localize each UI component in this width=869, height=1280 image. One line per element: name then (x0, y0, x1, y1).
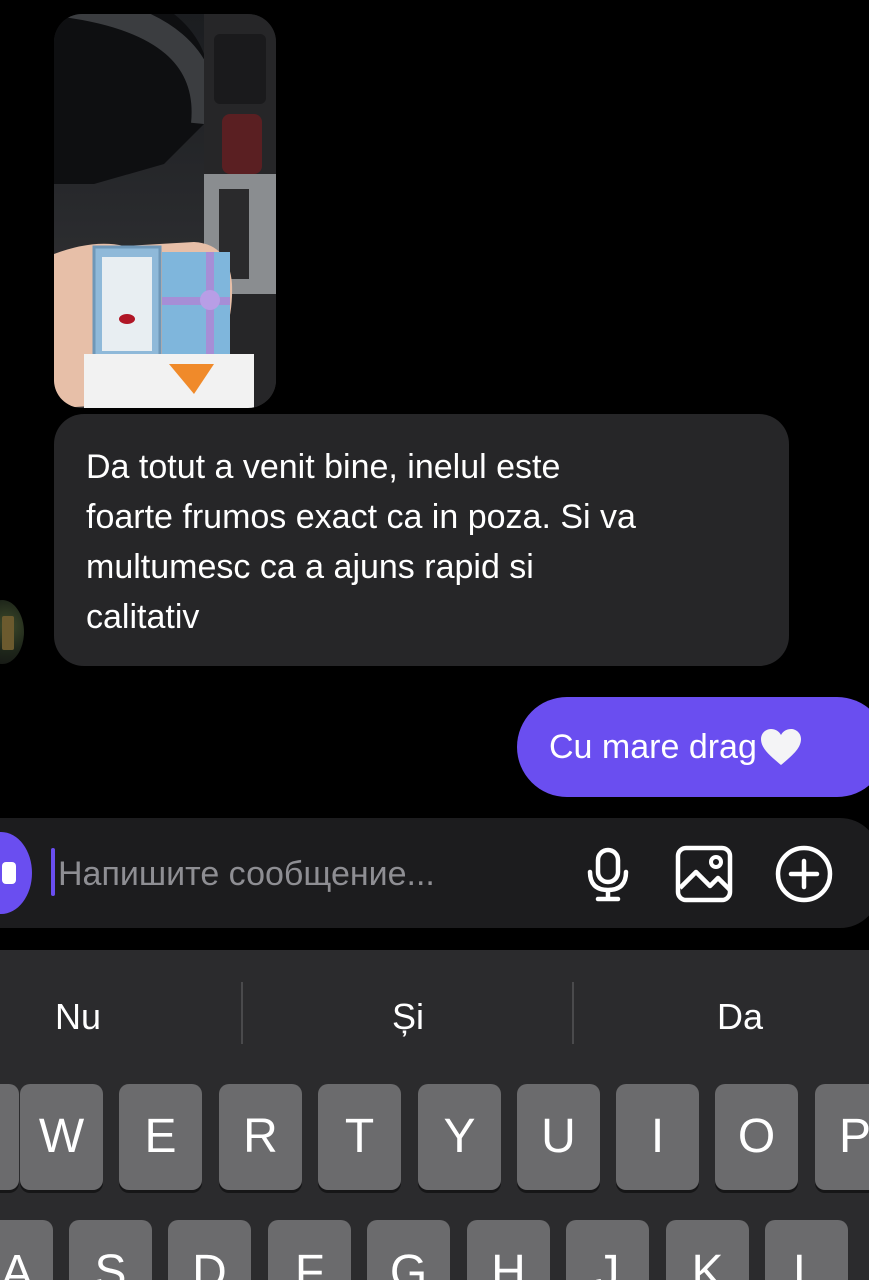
key-a[interactable]: A (0, 1220, 53, 1280)
photo-message[interactable] (54, 14, 276, 408)
suggestion-divider (241, 982, 243, 1044)
plus-circle-icon[interactable] (774, 844, 834, 904)
white-heart-icon (760, 729, 801, 765)
key-l[interactable]: L (765, 1220, 848, 1280)
suggestion-si[interactable]: Și (348, 992, 468, 1042)
key-k[interactable]: K (666, 1220, 749, 1280)
key-o[interactable]: O (715, 1084, 798, 1190)
key-r[interactable]: R (219, 1084, 302, 1190)
key-d[interactable]: D (168, 1220, 251, 1280)
key-w[interactable]: W (20, 1084, 103, 1190)
message-line: calitativ (86, 598, 200, 636)
key-e[interactable]: E (119, 1084, 202, 1190)
outgoing-message-text: Cu mare drag (549, 727, 757, 766)
message-line: Da totut a venit bine, inelul este (86, 448, 561, 486)
outgoing-message-bubble[interactable]: Cu mare drag (517, 697, 869, 797)
key-y[interactable]: Y (418, 1084, 501, 1190)
key-u[interactable]: U (517, 1084, 600, 1190)
message-line: multumesc ca a ajuns rapid si (86, 548, 534, 586)
photo-content (54, 14, 276, 408)
key-t[interactable]: T (318, 1084, 401, 1190)
contact-avatar[interactable] (0, 600, 24, 664)
chat-screen: Da totut a venit bine, inelul este foart… (0, 0, 869, 1280)
key-q[interactable] (0, 1084, 19, 1190)
suggestion-divider (572, 982, 574, 1044)
key-h[interactable]: H (467, 1220, 550, 1280)
microphone-icon[interactable] (578, 844, 638, 904)
suggestion-da[interactable]: Da (680, 992, 800, 1042)
incoming-message-bubble[interactable]: Da totut a venit bine, inelul este foart… (54, 414, 789, 666)
image-icon[interactable] (674, 844, 734, 904)
key-f[interactable]: F (268, 1220, 351, 1280)
text-caret (51, 848, 55, 896)
key-i[interactable]: I (616, 1084, 699, 1190)
suggestion-nu[interactable]: Nu (18, 992, 138, 1042)
key-g[interactable]: G (367, 1220, 450, 1280)
key-p[interactable]: P (815, 1084, 869, 1190)
key-j[interactable]: J (566, 1220, 649, 1280)
message-line: foarte frumos exact ca in poza. Si va (86, 498, 636, 536)
key-s[interactable]: S (69, 1220, 152, 1280)
message-input[interactable] (58, 850, 578, 898)
